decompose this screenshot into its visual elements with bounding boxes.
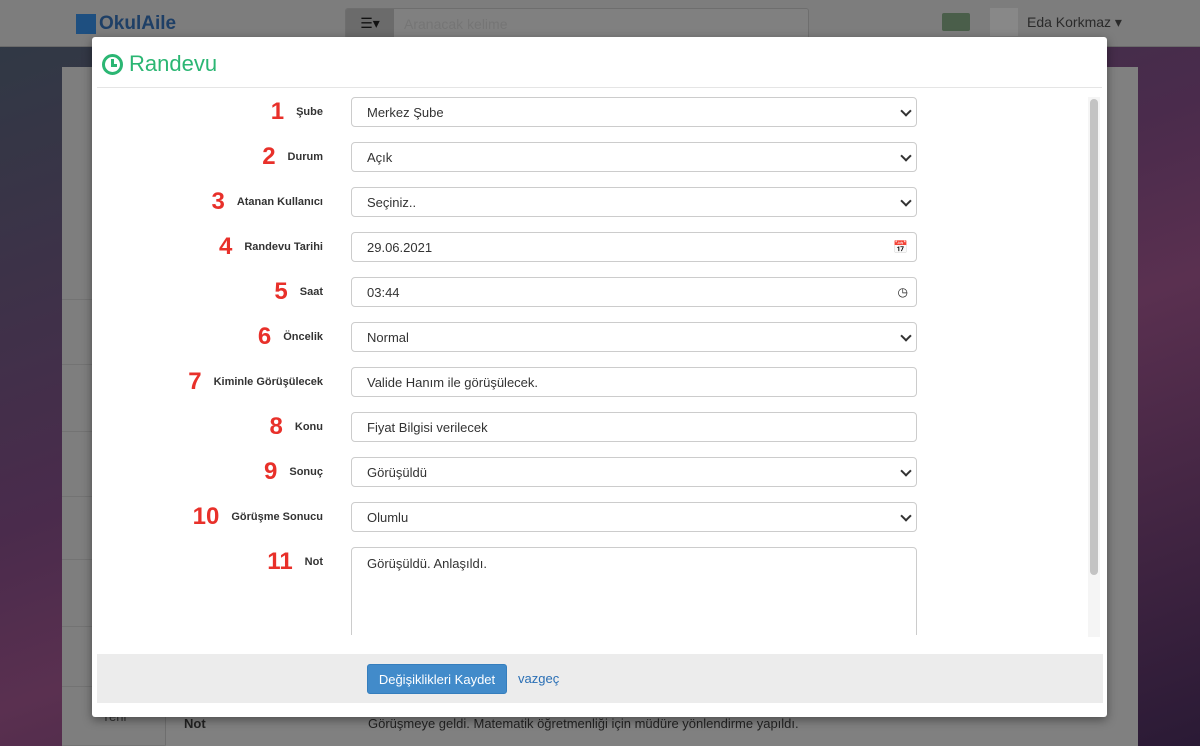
cancel-link[interactable]: vazgeç	[518, 671, 559, 686]
textarea-field-not[interactable]: Görüşüldü. Anlaşıldı.	[351, 547, 917, 635]
background-note-row: Not Görüşmeye geldi. Matematik öğretmenli…	[184, 716, 799, 731]
field-value: Fiyat Bilgisi verilecek	[367, 419, 488, 435]
scrollbar-thumb[interactable]	[1090, 99, 1098, 575]
annotation-number: 8	[269, 413, 283, 440]
annotation-number: 2	[262, 143, 276, 170]
search-menu-button[interactable]: ☰▾	[346, 9, 394, 38]
label-text: Kiminle Görüşülecek	[213, 376, 323, 388]
chevron-down-icon	[900, 195, 912, 207]
annotation-number: 1	[270, 98, 285, 125]
annotation-number: 3	[211, 188, 225, 215]
time-field-saat[interactable]: 03:44 ◷	[351, 277, 917, 307]
appointment-modal: Randevu 1 Şube Merkez Şube 2 Durum Açık 3 Ata…	[92, 37, 1107, 717]
note-label: Not	[184, 716, 206, 731]
select-field--ube[interactable]: Merkez Şube	[351, 97, 917, 127]
calendar-icon[interactable]: 📅	[893, 240, 908, 254]
form-row: 1 Şube Merkez Şube	[92, 97, 1092, 127]
label-text: Görüşme Sonucu	[231, 511, 323, 523]
field-label: 3 Atanan Kullanıcı	[211, 187, 323, 217]
select-field-sonu-[interactable]: Görüşüldü	[351, 457, 917, 487]
field-label: 10 Görüşme Sonucu	[193, 502, 323, 532]
annotation-number: 7	[188, 368, 202, 395]
search-input[interactable]	[394, 9, 808, 38]
field-label: 4 Randevu Tarihi	[219, 232, 323, 262]
date-field-randevu-tarihi[interactable]: 29.06.2021 📅	[351, 232, 917, 262]
scrollbar[interactable]	[1088, 97, 1100, 637]
label-text: Sonuç	[289, 466, 323, 478]
form-row: 5 Saat 03:44 ◷	[92, 277, 1092, 307]
chevron-down-icon	[900, 330, 912, 342]
clock-icon[interactable]: ◷	[898, 285, 908, 299]
clock-icon	[102, 53, 123, 75]
list-icon: ☰▾	[360, 15, 380, 31]
logo-text: OkulAile	[99, 13, 177, 34]
select-field-durum[interactable]: Açık	[351, 142, 917, 172]
field-value: Olumlu	[367, 509, 409, 525]
select-field-atanan-kullan-c-[interactable]: Seçiniz..	[351, 187, 917, 217]
annotation-number: 6	[257, 323, 272, 350]
form-row: 7 Kiminle Görüşülecek Valide Hanım ile gö…	[92, 367, 1092, 397]
modal-title-text: Randevu	[129, 51, 218, 76]
field-value: 03:44	[367, 284, 400, 300]
field-value: Seçiniz..	[367, 194, 417, 210]
field-label: 11 Not	[267, 547, 323, 577]
field-label: 8 Konu	[270, 412, 323, 442]
annotation-number: 10	[192, 503, 220, 530]
field-value: Merkez Şube	[367, 104, 444, 120]
field-value: Valide Hanım ile görüşülecek.	[367, 374, 539, 390]
form-row: 2 Durum Açık	[92, 142, 1092, 172]
note-text: Görüşmeye geldi. Matematik öğretmenliği …	[368, 716, 799, 731]
label-text: Öncelik	[283, 331, 323, 343]
label-text: Konu	[294, 421, 323, 433]
label-text: Randevu Tarihi	[244, 241, 323, 253]
logo[interactable]: OkulAile	[76, 13, 176, 35]
text-field-konu[interactable]: Fiyat Bilgisi verilecek	[351, 412, 917, 442]
label-text: Not	[304, 556, 323, 568]
search-group: ☰▾	[345, 8, 809, 39]
text-field-kiminle-g-r-lecek[interactable]: Valide Hanım ile görüşülecek.	[351, 367, 917, 397]
form-row: 9 Sonuç Görüşüldü	[92, 457, 1092, 487]
chevron-down-icon	[900, 150, 912, 162]
logo-icon	[76, 14, 96, 34]
form-row: 4 Randevu Tarihi 29.06.2021 📅	[92, 232, 1092, 262]
modal-body: 1 Şube Merkez Şube 2 Durum Açık 3 Atanan Kull…	[92, 88, 1107, 635]
field-value: Görüşüldü	[367, 464, 427, 480]
modal-footer: Değişiklikleri Kaydet vazgeç	[97, 654, 1103, 703]
chevron-down-icon	[900, 105, 912, 117]
field-value: 29.06.2021	[367, 239, 433, 255]
chevron-down-icon	[900, 510, 912, 522]
user-menu[interactable]: Eda Korkmaz ▾	[1027, 14, 1122, 31]
user-name: Eda Korkmaz	[1027, 14, 1112, 30]
form-row: 11 Not Görüşüldü. Anlaşıldı.	[92, 547, 1092, 635]
field-label: 5 Saat	[274, 277, 323, 307]
field-label: 1 Şube	[271, 97, 323, 127]
form-row: 8 Konu Fiyat Bilgisi verilecek	[92, 412, 1092, 442]
label-text: Saat	[299, 286, 323, 298]
chevron-down-icon	[900, 465, 912, 477]
label-text: Durum	[287, 151, 323, 163]
field-label: 9 Sonuç	[264, 457, 323, 487]
annotation-number: 4	[218, 233, 233, 260]
form-row: 10 Görüşme Sonucu Olumlu	[92, 502, 1092, 532]
label-text: Şube	[296, 106, 323, 118]
chat-icon[interactable]	[942, 13, 970, 31]
field-label: 6 Öncelik	[258, 322, 323, 352]
annotation-number: 5	[274, 278, 288, 305]
avatar[interactable]	[990, 8, 1018, 36]
select-field-g-r-me-sonucu[interactable]: Olumlu	[351, 502, 917, 532]
field-label: 7 Kiminle Görüşülecek	[188, 367, 323, 397]
annotation-number: 9	[264, 458, 278, 485]
save-button[interactable]: Değişiklikleri Kaydet	[367, 664, 507, 694]
annotation-number: 11	[267, 548, 293, 575]
form-row: 6 Öncelik Normal	[92, 322, 1092, 352]
field-label: 2 Durum	[262, 142, 323, 172]
field-value: Görüşüldü. Anlaşıldı.	[367, 556, 487, 571]
modal-title: Randevu	[102, 51, 217, 77]
form-row: 3 Atanan Kullanıcı Seçiniz..	[92, 187, 1092, 217]
field-value: Normal	[367, 329, 409, 345]
label-text: Atanan Kullanıcı	[236, 196, 323, 208]
field-value: Açık	[367, 149, 393, 165]
select-field--ncelik[interactable]: Normal	[351, 322, 917, 352]
